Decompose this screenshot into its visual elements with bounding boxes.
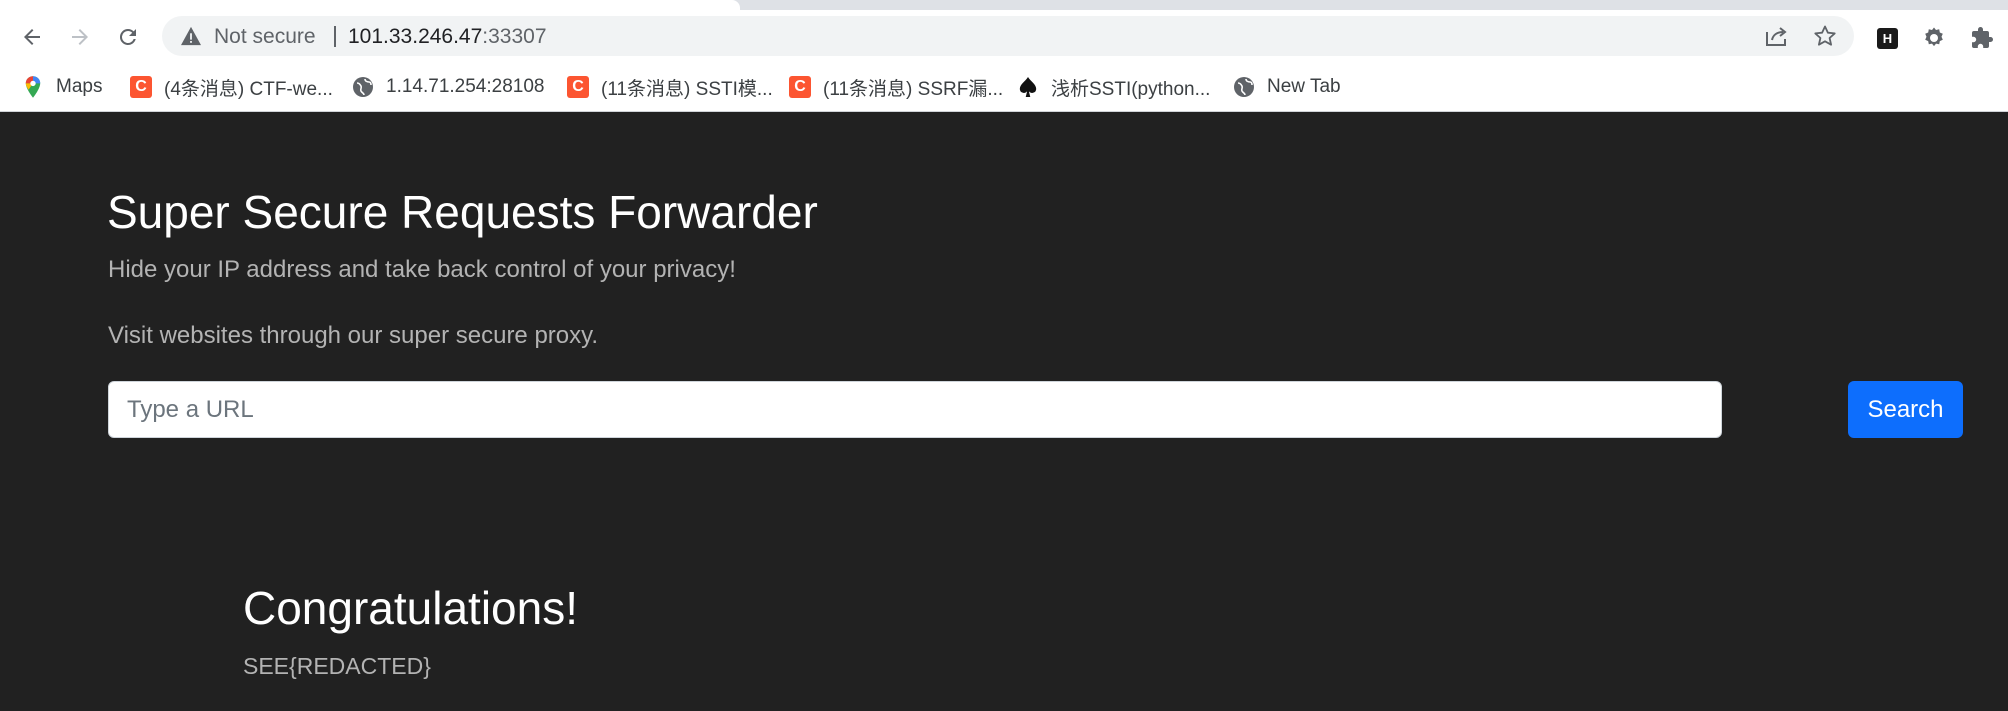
url-text[interactable]: 101.33.246.47:33307 bbox=[348, 25, 547, 49]
csdn-icon: C bbox=[789, 76, 811, 98]
reload-button[interactable] bbox=[108, 22, 148, 52]
security-label[interactable]: Not secure bbox=[214, 25, 316, 49]
bookmark-label: 浅析SSTI(python... bbox=[1051, 78, 1211, 100]
arrow-left-icon bbox=[24, 29, 40, 45]
bookmark-label: (11条消息) SSRF漏... bbox=[823, 78, 1004, 100]
bookmark-star-icon[interactable] bbox=[1813, 24, 1837, 48]
back-button[interactable] bbox=[12, 22, 52, 52]
bookmarks-bar: Maps C (4条消息) CTF-we... 1.14.71.254:2810… bbox=[0, 62, 2008, 112]
url-host: 101.33.246.47 bbox=[348, 25, 483, 48]
search-button[interactable]: Search bbox=[1848, 381, 1963, 438]
gear-extension-icon[interactable] bbox=[1922, 26, 1946, 50]
bookmark-ssti-python[interactable]: 浅析SSTI(python... bbox=[1017, 74, 1210, 100]
bookmark-ssrf[interactable]: C (11条消息) SSRF漏... bbox=[789, 74, 1003, 100]
page-subtitle: Hide your IP address and take back contr… bbox=[108, 256, 736, 283]
bookmark-label: (11条消息) SSTI模... bbox=[601, 78, 773, 100]
bookmark-label: Maps bbox=[56, 76, 103, 97]
csdn-icon: C bbox=[567, 76, 589, 98]
globe-icon bbox=[352, 76, 374, 98]
bookmark-maps[interactable]: Maps bbox=[22, 74, 102, 100]
bookmark-ctf-web[interactable]: C (4条消息) CTF-we... bbox=[130, 74, 333, 100]
active-tab[interactable] bbox=[0, 0, 740, 10]
browser-toolbar: Not secure 101.33.246.47:33307 H bbox=[0, 10, 2008, 62]
bookmark-new-tab[interactable]: New Tab bbox=[1233, 74, 1341, 100]
csdn-icon: C bbox=[130, 76, 152, 98]
bookmark-ssti[interactable]: C (11条消息) SSTI模... bbox=[567, 74, 773, 100]
spade-icon bbox=[1017, 76, 1039, 98]
bookmark-label: (4条消息) CTF-we... bbox=[164, 78, 333, 100]
bookmark-label: 1.14.71.254:28108 bbox=[386, 76, 545, 97]
tab-strip bbox=[0, 0, 2008, 10]
page-content: Super Secure Requests Forwarder Hide you… bbox=[0, 113, 2008, 711]
address-bar[interactable]: Not secure 101.33.246.47:33307 bbox=[162, 16, 1854, 56]
arrow-right-icon bbox=[72, 29, 88, 45]
omnibox-divider bbox=[334, 26, 336, 47]
url-input[interactable] bbox=[108, 381, 1722, 438]
bookmark-ip-address[interactable]: 1.14.71.254:28108 bbox=[352, 74, 545, 100]
maps-pin-icon bbox=[22, 76, 44, 98]
forward-button[interactable] bbox=[60, 22, 100, 52]
warning-icon bbox=[181, 26, 201, 46]
page-title: Super Secure Requests Forwarder bbox=[107, 186, 818, 238]
page-description: Visit websites through our super secure … bbox=[108, 322, 599, 349]
h-extension-icon[interactable]: H bbox=[1877, 28, 1898, 49]
bookmark-label: New Tab bbox=[1267, 76, 1341, 97]
share-icon[interactable] bbox=[1764, 24, 1790, 48]
globe-icon bbox=[1233, 76, 1255, 98]
reload-icon bbox=[119, 28, 136, 45]
result-title: Congratulations! bbox=[243, 582, 578, 634]
url-port: :33307 bbox=[482, 25, 547, 48]
puzzle-extensions-icon[interactable] bbox=[1970, 26, 1994, 50]
result-flag-text: SEE{REDACTED} bbox=[243, 653, 431, 679]
